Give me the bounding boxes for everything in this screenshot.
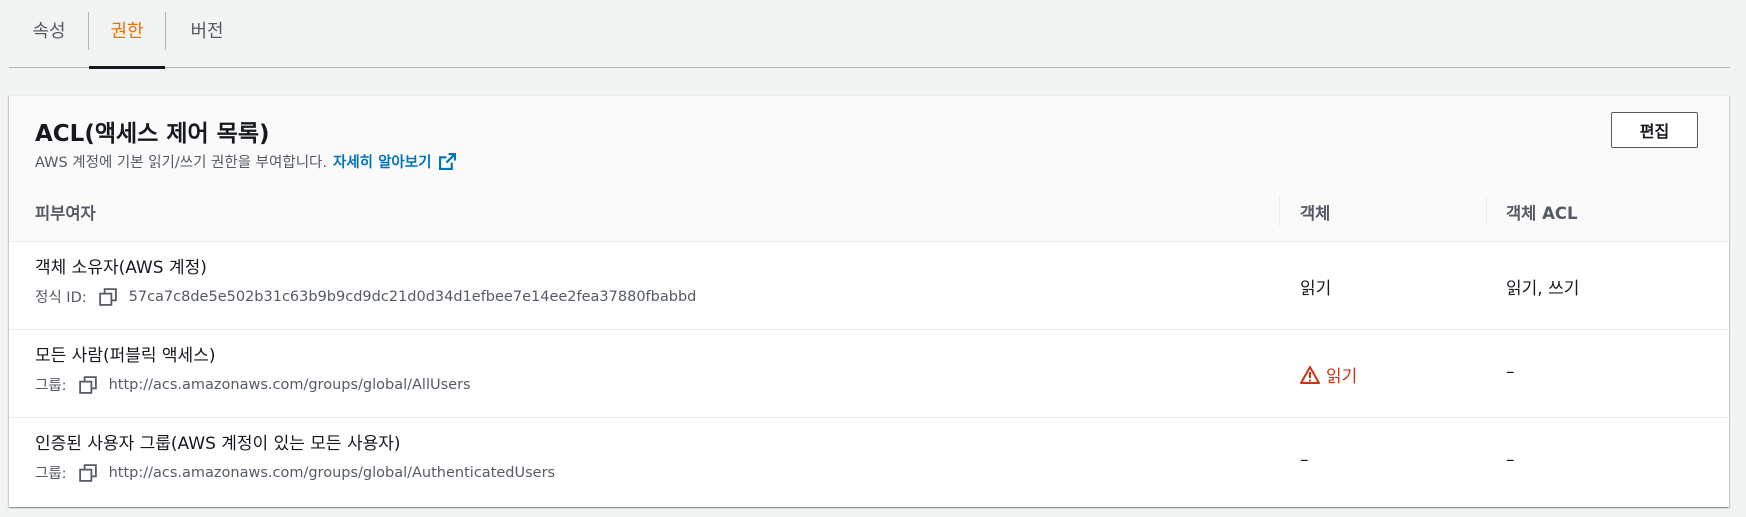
edit-button[interactable]: 편집 bbox=[1611, 112, 1698, 148]
copy-icon[interactable] bbox=[98, 287, 117, 306]
grantee-id-label: 그룹: bbox=[35, 378, 67, 394]
external-link-icon bbox=[439, 153, 457, 170]
acl-title: ACL(액세스 제어 목록) bbox=[35, 121, 270, 147]
grantee-id-value: 57ca7c8de5e502b31c63b9b9cd9dc21d0d34d1ef… bbox=[128, 288, 697, 305]
tab-bar: 속성 권한 버전 bbox=[9, 0, 1730, 69]
column-header-object-acl: 객체 ACL bbox=[1506, 204, 1578, 223]
object-acl-permission: 읽기, 쓰기 bbox=[1506, 279, 1580, 299]
object-acl-permission: – bbox=[1506, 362, 1515, 382]
column-header-grantee: 피부여자 bbox=[35, 204, 96, 223]
grantee-id: 그룹: http://acs.amazonaws.com/groups/glob… bbox=[35, 374, 471, 395]
acl-description-text: AWS 계정에 기본 읽기/쓰기 권한을 부여합니다. bbox=[35, 155, 327, 171]
grantee-id-value: http://acs.amazonaws.com/groups/global/A… bbox=[108, 464, 556, 481]
column-header-object: 객체 bbox=[1300, 204, 1331, 223]
grantee-name: 객체 소유자(AWS 계정) bbox=[35, 258, 207, 278]
column-separator bbox=[1279, 196, 1280, 226]
tab-permissions[interactable]: 권한 bbox=[89, 0, 165, 69]
tab-versions[interactable]: 버전 bbox=[187, 0, 227, 68]
acl-panel-header: ACL(액세스 제어 목록) AWS 계정에 기본 읽기/쓰기 권한을 부여합니… bbox=[9, 96, 1729, 242]
copy-icon[interactable] bbox=[78, 375, 97, 394]
object-permission-text: 읽기 bbox=[1300, 279, 1332, 299]
grantee-name: 모든 사람(퍼블릭 액세스) bbox=[35, 346, 216, 366]
column-separator bbox=[1486, 196, 1487, 226]
grantee-id-value: http://acs.amazonaws.com/groups/global/A… bbox=[108, 376, 471, 393]
copy-icon[interactable] bbox=[78, 463, 97, 482]
acl-description: AWS 계정에 기본 읽기/쓰기 권한을 부여합니다. 자세히 알아보기 bbox=[35, 151, 457, 172]
tab-separator bbox=[165, 12, 166, 50]
grantee-id: 그룹: http://acs.amazonaws.com/groups/glob… bbox=[35, 462, 555, 483]
object-permission: 읽기 bbox=[1300, 274, 1331, 299]
grantee-id-label: 그룹: bbox=[35, 466, 67, 482]
table-row: 객체 소유자(AWS 계정) 정식 ID: 57ca7c8de5e502b31c… bbox=[9, 242, 1729, 330]
grantee-name: 인증된 사용자 그룹(AWS 계정이 있는 모든 사용자) bbox=[35, 434, 401, 454]
table-row: 모든 사람(퍼블릭 액세스) 그룹: http://acs.amazonaws.… bbox=[9, 330, 1729, 418]
object-permission: – bbox=[1300, 450, 1309, 470]
grantee-id: 정식 ID: 57ca7c8de5e502b31c63b9b9cd9dc21d0… bbox=[35, 286, 696, 307]
object-permission-text: 읽기 bbox=[1326, 367, 1358, 387]
tab-properties[interactable]: 속성 bbox=[29, 0, 69, 68]
table-row: 인증된 사용자 그룹(AWS 계정이 있는 모든 사용자) 그룹: http:/… bbox=[9, 418, 1729, 506]
object-permission: 읽기 bbox=[1300, 362, 1357, 387]
object-acl-permission: – bbox=[1506, 450, 1515, 470]
learn-more-label: 자세히 알아보기 bbox=[333, 155, 432, 171]
learn-more-link[interactable]: 자세히 알아보기 bbox=[333, 151, 457, 172]
object-permission-text: – bbox=[1300, 450, 1309, 470]
warning-icon bbox=[1300, 365, 1320, 384]
acl-panel: ACL(액세스 제어 목록) AWS 계정에 기본 읽기/쓰기 권한을 부여합니… bbox=[9, 95, 1729, 507]
grantee-id-label: 정식 ID: bbox=[35, 290, 87, 306]
